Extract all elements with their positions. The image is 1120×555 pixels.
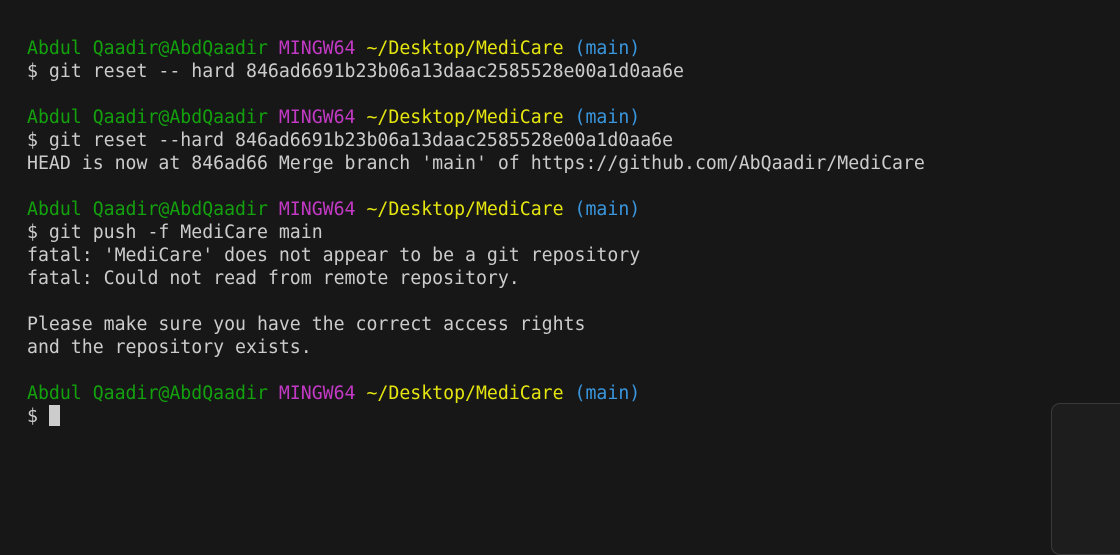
output-line: Please make sure you have the correct ac…: [27, 314, 586, 335]
prompt-system: MINGW64: [278, 38, 356, 59]
prompt-line: Abdul Qaadir@AbdQaadir MINGW64 ~/Desktop…: [27, 382, 925, 405]
prompt-system: MINGW64: [278, 107, 356, 128]
command-text: git push -f MediCare main: [48, 222, 323, 243]
prompt-path: ~/Desktop/MediCare: [366, 107, 564, 128]
terminal-output[interactable]: Abdul Qaadir@AbdQaadir MINGW64 ~/Desktop…: [27, 37, 925, 428]
prompt-user: Abdul Qaadir@AbdQaadir: [27, 383, 268, 404]
output-line: and the repository exists.: [27, 337, 312, 358]
prompt-symbol: $: [27, 130, 38, 151]
command-text: git reset --hard 846ad6691b23b06a13daac2…: [48, 130, 674, 151]
prompt-user: Abdul Qaadir@AbdQaadir: [27, 107, 268, 128]
prompt-branch: (main): [574, 38, 641, 59]
command-text: git reset -- hard 846ad6691b23b06a13daac…: [48, 61, 684, 82]
prompt-symbol: $: [27, 61, 38, 82]
overlay-panel: [1051, 403, 1120, 555]
prompt-system: MINGW64: [278, 383, 356, 404]
prompt-line: Abdul Qaadir@AbdQaadir MINGW64 ~/Desktop…: [27, 37, 925, 60]
command-line: $ git reset -- hard 846ad6691b23b06a13da…: [27, 60, 925, 83]
prompt-path: ~/Desktop/MediCare: [366, 383, 564, 404]
prompt-path: ~/Desktop/MediCare: [366, 38, 564, 59]
prompt-path: ~/Desktop/MediCare: [366, 199, 564, 220]
prompt-branch: (main): [574, 199, 641, 220]
prompt-line: Abdul Qaadir@AbdQaadir MINGW64 ~/Desktop…: [27, 106, 925, 129]
command-line: $ git reset --hard 846ad6691b23b06a13daa…: [27, 129, 925, 152]
output-line: fatal: Could not read from remote reposi…: [27, 268, 520, 289]
output-line: HEAD is now at 846ad66 Merge branch 'mai…: [27, 153, 925, 174]
prompt-system: MINGW64: [278, 199, 356, 220]
prompt-user: Abdul Qaadir@AbdQaadir: [27, 199, 268, 220]
text-cursor: [48, 405, 60, 426]
command-line: $ git push -f MediCare main: [27, 221, 925, 244]
prompt-symbol: $: [27, 406, 38, 427]
prompt-branch: (main): [574, 383, 641, 404]
output-line: fatal: 'MediCare' does not appear to be …: [27, 245, 641, 266]
prompt-symbol: $: [27, 222, 38, 243]
prompt-branch: (main): [574, 107, 641, 128]
prompt-line: Abdul Qaadir@AbdQaadir MINGW64 ~/Desktop…: [27, 198, 925, 221]
input-line[interactable]: $: [27, 405, 925, 428]
prompt-user: Abdul Qaadir@AbdQaadir: [27, 38, 268, 59]
